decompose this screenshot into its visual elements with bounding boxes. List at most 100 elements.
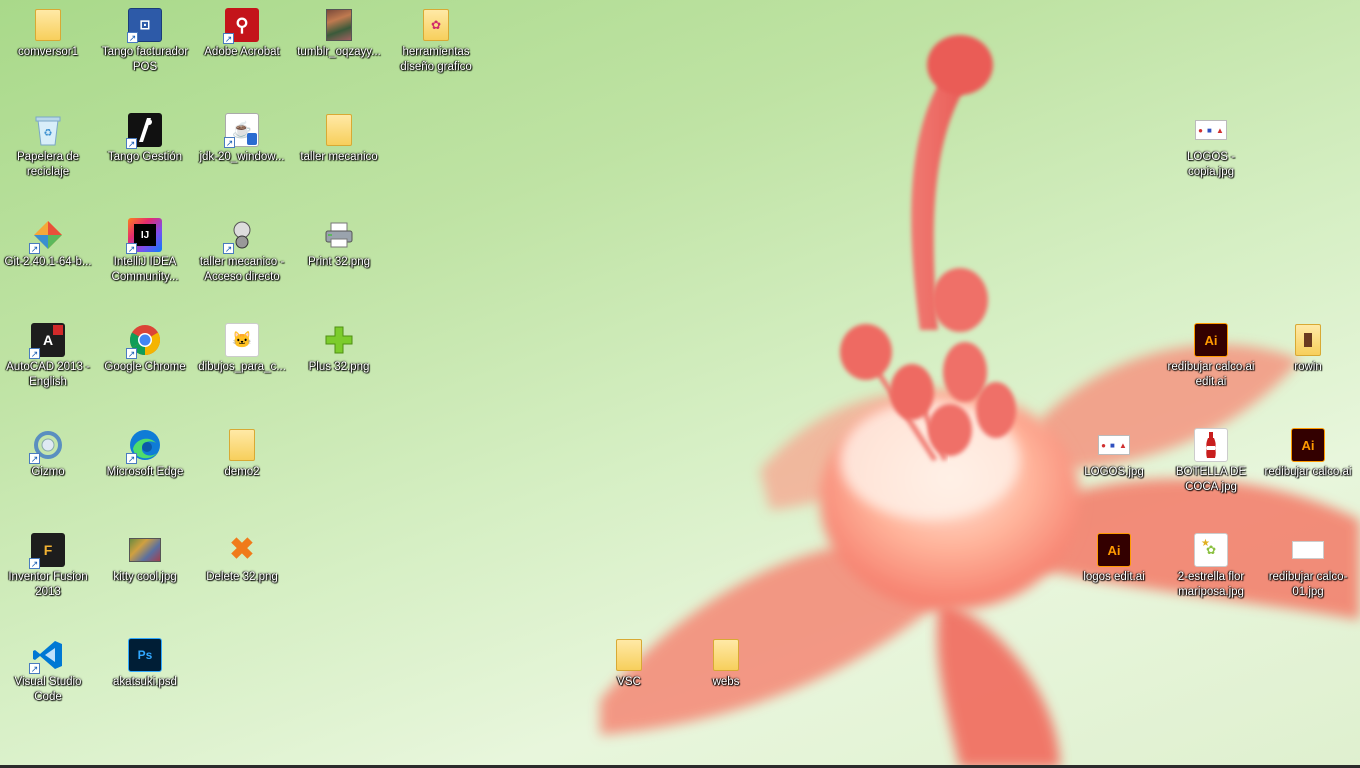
delete-icon: ✖ — [229, 533, 255, 566]
folder-icon — [225, 428, 259, 462]
image-file-icon — [128, 533, 162, 567]
icon-label: Microsoft Edge — [106, 466, 184, 478]
desktop-icon-dibujos[interactable]: 🐱 dibujos_para_c... — [194, 319, 290, 419]
desktop-icon-tumblr[interactable]: tumblr_oqzayy... — [291, 4, 387, 104]
folder-icon — [709, 638, 743, 672]
icon-label: Git-2.40.1-64-b... — [4, 256, 92, 268]
shortcut-arrow-icon: ↗ — [29, 243, 40, 254]
photoshop-file-icon: Ps — [128, 638, 162, 672]
icon-label: LOGOS.jpg — [1084, 466, 1144, 478]
shortcut-folder-icon: ↗ — [223, 218, 259, 254]
image-file-icon: ✿ ★ — [1194, 533, 1228, 567]
icon-label: logos edit.ai — [1083, 571, 1145, 583]
gizmo-icon: ↗ — [29, 428, 65, 464]
shortcut-arrow-icon: ↗ — [29, 453, 40, 464]
desktop-icon-gizmo[interactable]: ↗ Gizmo — [0, 424, 96, 524]
image-file-icon — [1194, 428, 1228, 462]
folder-icon — [322, 113, 356, 147]
desktop-icon-estrella-flor[interactable]: ✿ ★ 2-estrella flor mariposa.jpg — [1163, 529, 1259, 629]
illustrator-file-icon: Ai — [1194, 323, 1228, 357]
icon-label: 2-estrella flor mariposa.jpg — [1177, 571, 1245, 598]
icon-label: LOGOS - copia.jpg — [1187, 151, 1235, 178]
icon-label: VSC — [617, 676, 641, 688]
icon-label: Inventor Fusion 2013 — [8, 571, 88, 598]
desktop-icon-vsc[interactable]: VSC — [581, 634, 677, 734]
vscode-icon: ↗ — [29, 638, 65, 674]
shortcut-arrow-icon: ↗ — [29, 348, 40, 359]
desktop-icon-delete-png[interactable]: ✖ Delete 32.png — [194, 529, 290, 629]
tango-pos-icon: ⊡ ↗ — [127, 8, 162, 43]
icon-label: Plus 32.png — [308, 361, 370, 373]
desktop-icon-edge[interactable]: ↗ Microsoft Edge — [97, 424, 193, 524]
desktop-icon-git-installer[interactable]: ↗ Git-2.40.1-64-b... — [0, 214, 96, 314]
recycle-bin-icon: ♻ — [31, 113, 65, 147]
desktop-icon-plus-png[interactable]: Plus 32.png — [291, 319, 387, 419]
desktop-icon-intellij[interactable]: IJ ↗ IntelliJ IDEA Community... — [97, 214, 193, 314]
shortcut-arrow-icon: ↗ — [126, 138, 137, 149]
desktop[interactable]: comversor1 ♻ Papelera de reciclaje ↗ Git… — [0, 0, 1360, 768]
shortcut-arrow-icon: ↗ — [224, 137, 235, 148]
desktop-icon-inventor-fusion[interactable]: F ↗ Inventor Fusion 2013 — [0, 529, 96, 629]
shortcut-arrow-icon: ↗ — [127, 32, 138, 43]
icon-label: taller mecanico - Acceso directo — [199, 256, 285, 283]
desktop-icon-recycle-bin[interactable]: ♻ Papelera de reciclaje — [0, 109, 96, 209]
svg-text:♻: ♻ — [44, 128, 53, 139]
desktop-icon-logos-copia[interactable]: ● ■ ▲ LOGOS - copia.jpg — [1163, 109, 1259, 209]
desktop-icon-logos-edit-ai[interactable]: Ai logos edit.ai — [1066, 529, 1162, 629]
icon-label: kitty cool.jpg — [113, 571, 177, 583]
shortcut-arrow-icon: ↗ — [29, 663, 40, 674]
intellij-idea-icon: IJ ↗ — [126, 218, 162, 254]
autocad-icon: A ↗ — [29, 323, 65, 359]
adobe-acrobat-icon: ⚲ ↗ — [223, 8, 259, 44]
icon-label: IntelliJ IDEA Community... — [111, 256, 179, 283]
desktop-icon-comversor1[interactable]: comversor1 — [0, 4, 96, 104]
shortcut-arrow-icon: ↗ — [29, 558, 40, 569]
desktop-icon-webs[interactable]: webs — [678, 634, 774, 734]
desktop-icon-adobe-acrobat[interactable]: ⚲ ↗ Adobe Acrobat — [194, 4, 290, 104]
icon-label: herramientas diseño grafico — [400, 46, 472, 73]
shortcut-arrow-icon: ↗ — [126, 243, 137, 254]
desktop-icon-taller-mecanico-shortcut[interactable]: ↗ taller mecanico - Acceso directo — [194, 214, 290, 314]
icon-label: tumblr_oqzayy... — [297, 46, 381, 58]
desktop-icon-botella-coca[interactable]: BOTELLA DE COCA.jpg — [1163, 424, 1259, 524]
git-installer-icon: ↗ — [29, 218, 65, 254]
desktop-icon-redibujar-calco-ai[interactable]: Ai redibujar calco.ai — [1260, 424, 1356, 524]
shortcut-arrow-icon: ↗ — [223, 33, 234, 44]
desktop-icon-vscode[interactable]: ↗ Visual Studio Code — [0, 634, 96, 734]
folder-icon — [1291, 323, 1325, 357]
desktop-icon-demo2[interactable]: demo2 — [194, 424, 290, 524]
image-file-icon — [322, 8, 356, 42]
desktop-icon-autocad[interactable]: A ↗ AutoCAD 2013 - English — [0, 319, 96, 419]
image-file-icon: 🐱 — [225, 323, 259, 357]
image-file-icon: ● ■ ▲ — [1097, 428, 1131, 462]
image-file-icon — [1291, 533, 1325, 567]
icon-label: BOTELLA DE COCA.jpg — [1175, 466, 1247, 493]
desktop-icon-rowin[interactable]: rowin — [1260, 319, 1356, 419]
desktop-icon-redibujar-calco-edit[interactable]: Ai redibujar calco.ai edit.ai — [1163, 319, 1259, 419]
java-installer-icon: ☕ ↗ — [224, 113, 259, 148]
desktop-icon-logos-jpg[interactable]: ● ■ ▲ LOGOS.jpg — [1066, 424, 1162, 524]
icon-label: rowin — [1294, 361, 1322, 373]
desktop-icon-herramientas[interactable]: ✿ herramientas diseño grafico — [388, 4, 484, 104]
desktop-icon-chrome[interactable]: ↗ Google Chrome — [97, 319, 193, 419]
icon-label: redibujar calco.ai edit.ai — [1167, 361, 1255, 388]
image-file-icon: ● ■ ▲ — [1194, 113, 1228, 147]
desktop-icon-taller-mecanico[interactable]: taller mecanico — [291, 109, 387, 209]
desktop-icon-tango-pos[interactable]: ⊡ ↗ Tango facturador POS — [97, 4, 193, 104]
icon-label: comversor1 — [17, 46, 79, 58]
desktop-icon-tango-gestion[interactable]: ↗ Tango Gestión — [97, 109, 193, 209]
desktop-icon-akatsuki-psd[interactable]: Ps akatsuki.psd — [97, 634, 193, 734]
desktop-icon-kitty-cool[interactable]: kitty cool.jpg — [97, 529, 193, 629]
plus-icon — [322, 323, 356, 357]
desktop-icon-redibujar-calco-jpg[interactable]: redibujar calco-01.jpg — [1260, 529, 1356, 629]
illustrator-file-icon: Ai — [1097, 533, 1131, 567]
desktop-icon-print-png[interactable]: Print 32.png — [291, 214, 387, 314]
icon-label: redibujar calco-01.jpg — [1268, 571, 1348, 598]
folder-icon: ✿ — [419, 8, 453, 42]
icon-label: AutoCAD 2013 - English — [6, 361, 90, 388]
icon-label: Adobe Acrobat — [204, 46, 280, 58]
icon-label: Google Chrome — [104, 361, 186, 373]
desktop-icon-jdk-installer[interactable]: ☕ ↗ jdk-20_window... — [194, 109, 290, 209]
icon-label: akatsuki.psd — [113, 676, 177, 688]
illustrator-file-icon: Ai — [1291, 428, 1325, 462]
